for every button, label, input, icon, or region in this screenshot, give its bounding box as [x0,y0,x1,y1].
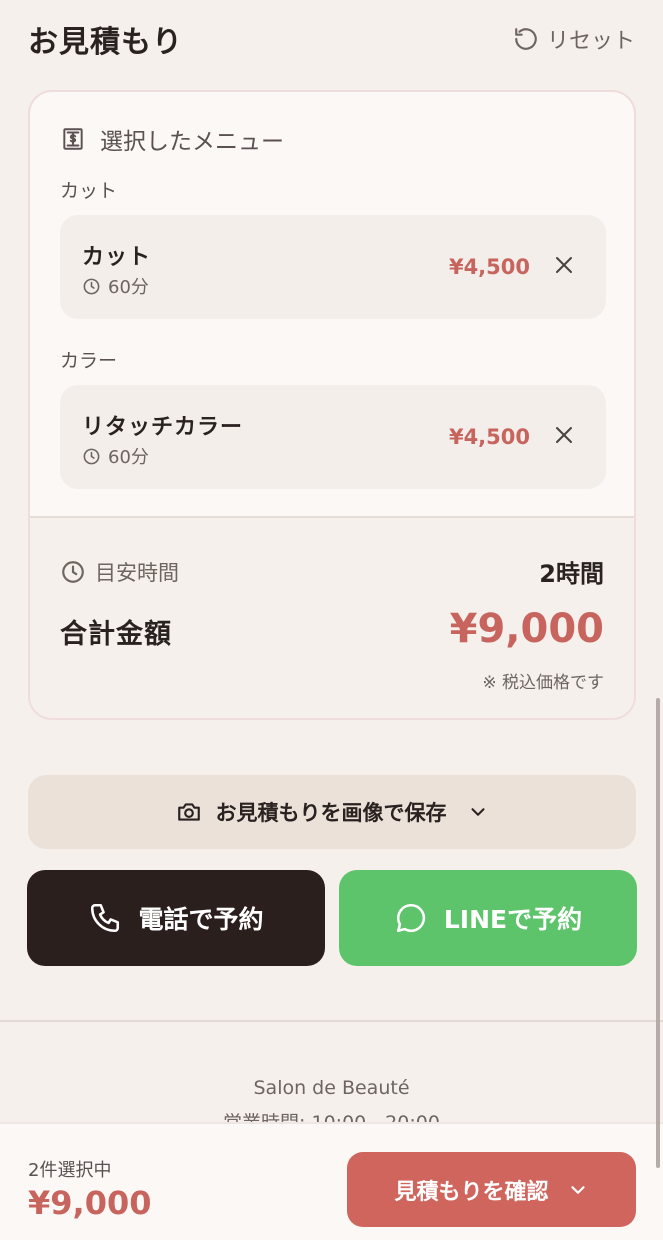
item-name: カット [82,245,152,270]
line-booking-label: LINEで予約 [443,905,583,934]
estimated-time-label: 目安時間 [60,557,179,587]
confirm-estimate-label: 見積もりを確認 [394,1179,549,1205]
item-price: ¥4,500 [448,255,530,279]
selected-item: カット 60分 ¥4,500 [60,215,606,319]
scrollbar[interactable] [656,698,660,1168]
clock-icon [83,278,100,294]
category-label: カラー [60,350,118,372]
card-heading-label: 選択したメニュー [100,129,284,155]
close-icon [556,427,572,443]
estimate-page: お見積もり リセット 選択したメニュー カット カット 60分 ¥4,500 カ… [0,0,663,1240]
confirm-estimate-button[interactable]: 見積もりを確認 [347,1152,636,1227]
save-as-image-label: お見積もりを画像で保存 [215,801,447,825]
salon-name: Salon de Beauté [253,1077,410,1099]
rotate-ccw-icon [515,28,537,50]
save-as-image-button[interactable]: お見積もりを画像で保存 [28,775,636,849]
clock-icon [83,448,100,464]
estimated-time-value: 2時間 [539,560,604,588]
total-label: 合計金額 [60,619,172,650]
reset-button[interactable]: リセット [513,23,635,55]
estimate-summary: 目安時間 2時間 合計金額 ¥9,000 ※ 税込価格です [30,516,634,718]
reset-label: リセット [546,29,635,54]
phone-booking-label: 電話で予約 [138,905,264,934]
selected-menu-card: 選択したメニュー カット カット 60分 ¥4,500 カラー リタッチカラー … [28,90,636,720]
category-label: カット [60,180,118,202]
selected-count: 2件選択中 [28,1160,112,1181]
receipt-icon [63,128,83,150]
item-duration-label: 60分 [108,447,149,468]
bottom-bar: 2件選択中 ¥9,000 見積もりを確認 [0,1122,663,1240]
item-price: ¥4,500 [448,425,530,449]
tax-note: ※ 税込価格です [482,673,604,693]
item-duration: 60分 [82,443,149,469]
chevron-down-icon [470,808,485,816]
phone-icon [91,903,120,933]
close-icon [556,257,572,273]
chat-bubble-icon [396,903,426,933]
line-booking-button[interactable]: LINEで予約 [339,870,637,966]
divider [0,1020,663,1022]
selected-item: リタッチカラー 60分 ¥4,500 [60,385,606,489]
clock-icon [62,560,84,583]
remove-item-button[interactable] [552,253,576,277]
total-value: ¥9,000 [449,606,604,652]
card-heading: 選択したメニュー [60,122,284,156]
camera-icon [177,803,200,821]
chevron-down-icon [570,1185,585,1194]
header: お見積もり リセット [28,18,635,60]
bottom-total: ¥9,000 [28,1184,152,1222]
item-name: リタッチカラー [82,415,244,440]
item-duration-label: 60分 [108,277,149,298]
estimated-time-row: 目安時間 2時間 [60,554,604,589]
phone-booking-button[interactable]: 電話で予約 [27,870,325,966]
page-title: お見積もり [28,25,183,60]
item-duration: 60分 [82,273,149,299]
remove-item-button[interactable] [552,423,576,447]
estimated-time-text: 目安時間 [95,560,179,585]
